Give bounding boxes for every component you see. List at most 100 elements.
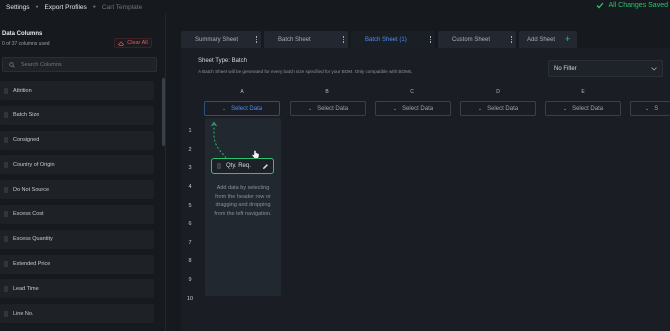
tab-label: Custom Sheet <box>452 36 491 43</box>
row-number: 7 <box>188 240 192 246</box>
drag-handle-icon[interactable] <box>4 285 8 292</box>
list-item[interactable]: Extended Price <box>0 254 154 274</box>
column-list-scrollbar[interactable] <box>162 78 165 146</box>
list-item-label: Do Not Source <box>13 186 50 193</box>
list-item[interactable]: Batch Size <box>0 105 154 125</box>
list-item[interactable]: Attrition <box>0 81 154 100</box>
chevron-down-icon: ⌄ <box>307 105 313 112</box>
breadcrumb-export-profiles[interactable]: Export Profiles <box>45 4 87 11</box>
select-data-button-a[interactable]: ⌄ Select Data <box>204 101 280 116</box>
list-item[interactable]: Line No. <box>0 304 154 324</box>
save-status: All Changes Saved <box>596 2 668 9</box>
drag-handle-icon[interactable] <box>4 211 8 218</box>
list-item-label: Extended Price <box>13 261 51 268</box>
list-item[interactable]: Excess Cost <box>0 204 154 224</box>
eraser-icon <box>118 41 125 46</box>
list-item[interactable]: Do Not Source <box>0 180 154 200</box>
column-list: Attrition Batch Size Consigned Country o… <box>0 81 154 329</box>
select-data-label: S <box>654 105 659 112</box>
panel-title: Data Columns <box>2 31 43 37</box>
dragged-column-chip[interactable]: Qty. Req. <box>211 158 274 174</box>
drag-arrow-icon <box>211 121 227 159</box>
drag-handle-icon[interactable] <box>4 236 8 243</box>
row-number: 9 <box>188 277 192 283</box>
breadcrumb-separator-icon: ● <box>92 4 96 10</box>
chevron-down-icon: ⌄ <box>562 105 568 112</box>
drag-handle-icon[interactable] <box>4 310 8 317</box>
columns-used-count: 0 of 37 columns used <box>2 41 50 47</box>
list-item[interactable]: Excess Quantity <box>0 229 154 249</box>
drop-hint: Add data by selecting from the header ro… <box>214 185 272 218</box>
drag-handle-icon[interactable] <box>4 137 8 144</box>
list-item-label: Line No. <box>13 310 34 317</box>
row-number: 3 <box>188 165 192 171</box>
chevron-down-icon: ⌄ <box>645 105 650 112</box>
select-data-label: Select Data <box>572 105 604 112</box>
data-columns-panel: Data Columns 0 of 37 columns used Clear … <box>0 26 162 331</box>
row-number: 1 <box>188 128 192 134</box>
save-status-label: All Changes Saved <box>608 2 668 9</box>
plus-icon: + <box>565 34 571 44</box>
list-item[interactable]: Lead Time <box>0 279 154 299</box>
more-options-icon[interactable] <box>429 36 431 43</box>
list-item-label: Excess Cost <box>13 211 44 218</box>
tab-batch-sheet[interactable]: Batch Sheet <box>264 31 348 48</box>
list-item-label: Country of Origin <box>13 161 55 168</box>
chevron-down-icon <box>651 66 657 71</box>
chevron-down-icon: ⌄ <box>477 105 483 112</box>
sheet-description: A Batch Sheet will be generated for ever… <box>198 69 413 74</box>
column-letter: D <box>496 89 500 95</box>
select-data-label: Select Data <box>317 105 349 112</box>
filter-select[interactable]: No Filter <box>548 60 663 77</box>
list-item-label: Consigned <box>13 137 40 144</box>
add-sheet-label: Add Sheet <box>527 36 556 43</box>
row-number: 2 <box>188 147 192 153</box>
drag-handle-icon[interactable] <box>4 186 8 193</box>
search-input[interactable]: Search Columns <box>2 57 157 72</box>
edit-icon[interactable] <box>262 163 269 170</box>
select-data-button-e[interactable]: ⌄ Select Data <box>545 101 621 116</box>
row-number: 10 <box>186 296 194 302</box>
list-item[interactable]: Country of Origin <box>0 155 154 175</box>
drag-handle-icon[interactable] <box>4 112 8 119</box>
row-number: 8 <box>188 258 192 264</box>
more-options-icon[interactable] <box>255 36 257 43</box>
hand-cursor-icon <box>251 150 260 159</box>
more-options-icon[interactable] <box>342 36 344 43</box>
drag-handle-icon[interactable] <box>4 161 8 168</box>
list-item[interactable]: Consigned <box>0 130 154 150</box>
select-data-label: Select Data <box>487 105 519 112</box>
top-bar: Settings ● Export Profiles ● Cart Templa… <box>0 0 670 14</box>
select-data-button-c[interactable]: ⌄ Select Data <box>375 101 451 116</box>
list-item-label: Excess Quantity <box>13 236 53 243</box>
select-data-button-f[interactable]: ⌄ S <box>630 101 670 116</box>
row-number: 6 <box>188 221 192 227</box>
column-letter: A <box>240 89 244 95</box>
sheet-type-label: Sheet Type: Batch <box>198 58 247 64</box>
add-sheet-button[interactable]: Add Sheet + <box>519 31 577 48</box>
chip-label: Qty. Req. <box>226 163 251 169</box>
breadcrumb-settings[interactable]: Settings <box>6 4 30 11</box>
select-data-button-d[interactable]: ⌄ Select Data <box>460 101 536 116</box>
tab-batch-sheet-1[interactable]: Batch Sheet (1) <box>351 31 435 48</box>
list-item-label: Attrition <box>13 87 32 94</box>
filter-value: No Filter <box>554 65 577 72</box>
search-icon <box>9 61 15 68</box>
tab-summary-sheet[interactable]: Summary Sheet <box>181 31 261 48</box>
drag-handle-icon[interactable] <box>4 261 8 268</box>
chevron-down-icon: ⌄ <box>392 105 398 112</box>
column-letter: E <box>581 89 585 95</box>
row-number: 5 <box>188 203 192 209</box>
drag-handle-icon[interactable] <box>217 163 221 169</box>
clear-all-button[interactable]: Clear All <box>114 38 152 48</box>
chevron-down-icon: ⌄ <box>221 105 227 112</box>
tab-label: Summary Sheet <box>195 36 239 43</box>
sheet-tabs: Summary Sheet Batch Sheet Batch Sheet (1… <box>181 31 577 48</box>
tab-custom-sheet[interactable]: Custom Sheet <box>438 31 516 48</box>
panel-divider <box>165 14 166 331</box>
drag-handle-icon[interactable] <box>4 87 8 94</box>
select-data-button-b[interactable]: ⌄ Select Data <box>290 101 366 116</box>
more-options-icon[interactable] <box>510 36 512 43</box>
row-number: 4 <box>188 184 192 190</box>
list-item-label: Lead Time <box>13 285 39 292</box>
